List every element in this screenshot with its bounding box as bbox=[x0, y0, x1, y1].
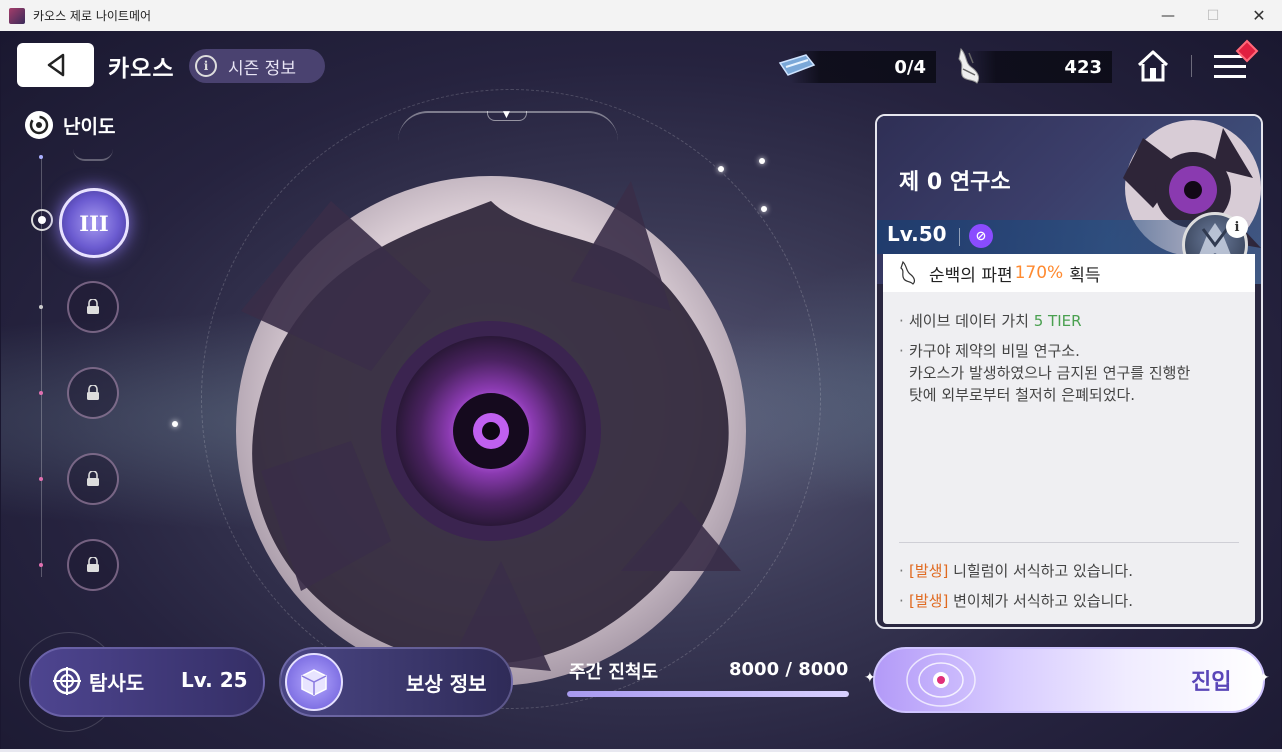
currency-counter: 423 bbox=[967, 51, 1112, 83]
stage-name: 제 0 연구소 bbox=[899, 170, 1011, 195]
level-separator bbox=[959, 228, 960, 246]
enter-label: 진입 bbox=[1191, 670, 1232, 695]
close-button[interactable]: ✕ bbox=[1236, 0, 1282, 31]
back-button[interactable] bbox=[17, 43, 94, 87]
cube-badge bbox=[285, 653, 343, 711]
lock-icon bbox=[87, 557, 99, 572]
minimize-button[interactable]: — bbox=[1145, 0, 1191, 31]
ticket-count: 0/4 bbox=[894, 56, 926, 78]
event-tag: [발생] bbox=[909, 562, 949, 580]
reward-bonus: 순백의 파편 170% 획득 bbox=[883, 254, 1255, 292]
save-value-tier: 5 TIER bbox=[1033, 312, 1082, 330]
difficulty-option-previous[interactable] bbox=[73, 149, 113, 161]
event-line: · [발생] 니힐럼이 서식하고 있습니다. bbox=[899, 562, 1133, 580]
track-dot bbox=[39, 155, 43, 159]
compass-icon bbox=[53, 667, 81, 695]
event-text: 니힐럼이 서식하고 있습니다. bbox=[953, 562, 1133, 580]
season-info-label: 시즌 정보 bbox=[228, 58, 296, 79]
season-info-button[interactable]: i 시즌 정보 bbox=[189, 49, 325, 83]
sparkle bbox=[718, 166, 724, 172]
lock-icon bbox=[87, 471, 99, 486]
header-divider bbox=[1191, 55, 1192, 77]
current-difficulty-marker bbox=[31, 209, 53, 231]
card-divider bbox=[899, 542, 1239, 543]
info-icon: i bbox=[195, 55, 217, 77]
difficulty-option-selected[interactable]: III bbox=[59, 188, 129, 258]
track-dot bbox=[39, 391, 43, 395]
weekly-progress-value: 8000 / 8000 bbox=[729, 659, 849, 680]
reward-prefix: 순백의 파편 bbox=[929, 265, 1013, 286]
event-text: 변이체가 서식하고 있습니다. bbox=[953, 592, 1133, 610]
save-value-line: · 세이브 데이터 가치 5 TIER bbox=[899, 312, 1082, 330]
orb-indicator-icon: ▼ bbox=[503, 110, 510, 120]
attribute-icon: ⊘ bbox=[969, 224, 993, 248]
track-dot bbox=[39, 305, 43, 309]
difficulty-numeral: III bbox=[79, 210, 109, 236]
difficulty-option-locked[interactable] bbox=[67, 281, 119, 333]
white-shard-icon bbox=[958, 47, 980, 84]
chaos-orb-illustration[interactable] bbox=[201, 141, 761, 701]
app-icon bbox=[9, 7, 25, 24]
reward-percent: 170% bbox=[1014, 263, 1064, 283]
game-viewport: ▼ 카오스 i 시즌 정보 0/4 423 난이도 III 제 0 연구소 Lv… bbox=[1, 31, 1281, 749]
weekly-progress-label: 주간 진척도 bbox=[569, 662, 659, 683]
lock-icon bbox=[87, 385, 99, 400]
exploration-level: Lv. 25 bbox=[181, 668, 248, 692]
target-icon bbox=[906, 653, 976, 707]
exploration-label: 탐사도 bbox=[89, 671, 145, 695]
sparkle bbox=[759, 158, 765, 164]
event-tag: [발생] bbox=[909, 592, 949, 610]
weekly-progress-bar bbox=[567, 691, 849, 697]
white-shard-icon bbox=[900, 260, 916, 285]
difficulty-option-locked[interactable] bbox=[67, 453, 119, 505]
stage-details: 순백의 파편 170% 획득 · 세이브 데이터 가치 5 TIER · 카구야… bbox=[883, 254, 1255, 624]
window-titlebar: 카오스 제로 나이트메어 — ☐ ✕ bbox=[0, 0, 1282, 31]
reward-suffix: 획득 bbox=[1069, 265, 1101, 286]
difficulty-option-locked[interactable] bbox=[67, 539, 119, 591]
weekly-progress-fill bbox=[567, 691, 849, 697]
sparkle bbox=[172, 421, 178, 427]
difficulty-label: 난이도 bbox=[63, 115, 116, 138]
window-title: 카오스 제로 나이트메어 bbox=[33, 9, 152, 23]
save-value-prefix: 세이브 데이터 가치 bbox=[909, 312, 1029, 330]
vortex-icon bbox=[25, 111, 53, 139]
difficulty-option-locked[interactable] bbox=[67, 367, 119, 419]
track-dot bbox=[39, 563, 43, 567]
ticket-icon bbox=[778, 54, 816, 76]
sparkle bbox=[761, 206, 767, 212]
page-title: 카오스 bbox=[108, 56, 175, 82]
stage-description: · 카구야 제약의 비밀 연구소. 카오스가 발생하였으나 금지된 연구를 진행… bbox=[899, 340, 1239, 406]
back-arrow-icon bbox=[47, 53, 64, 77]
lock-icon bbox=[87, 299, 99, 314]
difficulty-header: 난이도 bbox=[25, 111, 115, 139]
cube-icon bbox=[301, 669, 327, 696]
sparkle-icon: ✦ bbox=[1258, 670, 1270, 686]
currency-count: 423 bbox=[1064, 56, 1102, 78]
home-icon[interactable] bbox=[1135, 48, 1171, 84]
stage-info-card: 제 0 연구소 Lv.50 ⊘ i 순백의 파편 170% 획득 · 세이브 데… bbox=[875, 114, 1263, 629]
reward-info-label: 보상 정보 bbox=[406, 672, 487, 696]
stage-level: Lv.50 bbox=[887, 222, 947, 246]
stage-description-text: 카구야 제약의 비밀 연구소. 카오스가 발생하였으나 금지된 연구를 진행한 … bbox=[909, 342, 1191, 404]
track-dot bbox=[39, 477, 43, 481]
event-line: · [발생] 변이체가 서식하고 있습니다. bbox=[899, 592, 1133, 610]
sparkle-icon: ✦ bbox=[864, 670, 876, 686]
boss-info-icon[interactable]: i bbox=[1226, 216, 1248, 238]
maximize-button[interactable]: ☐ bbox=[1190, 0, 1236, 31]
